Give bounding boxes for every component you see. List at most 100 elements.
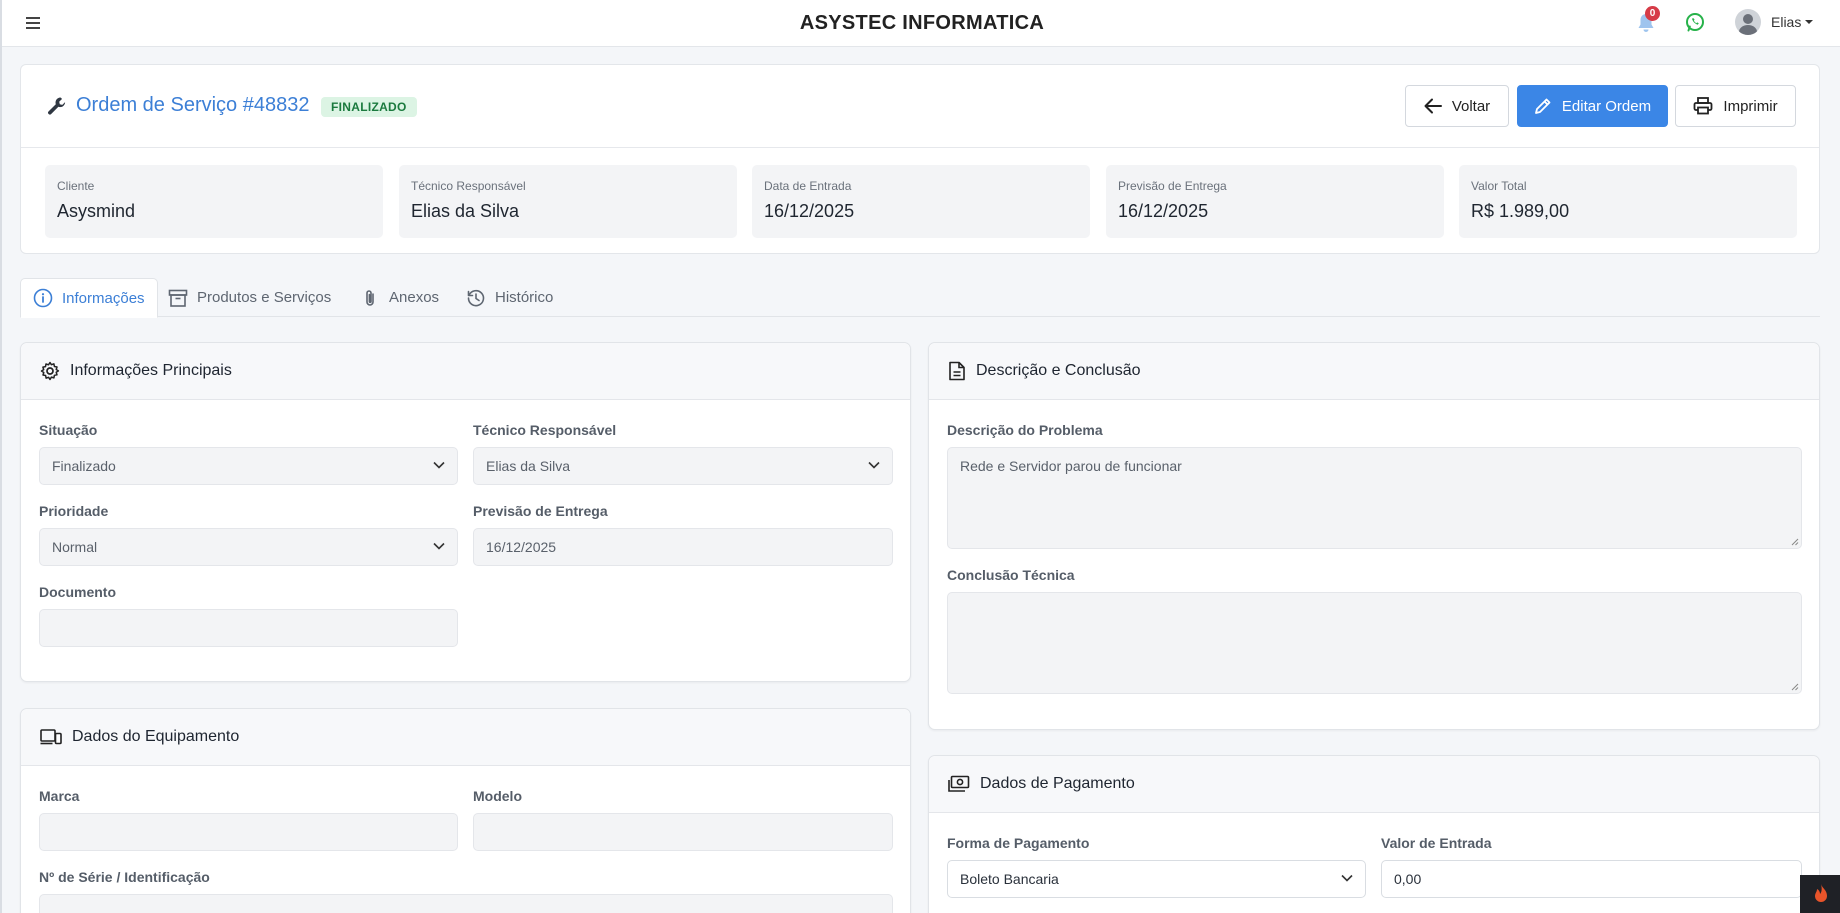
- resize-handle-icon[interactable]: [1791, 683, 1799, 691]
- payment-panel-header: Dados de Pagamento: [929, 756, 1819, 813]
- whatsapp-icon[interactable]: [1684, 11, 1706, 33]
- field-label: Documento: [39, 584, 116, 600]
- panel-title: Dados do Equipamento: [72, 728, 240, 745]
- printer-icon: [1694, 97, 1713, 115]
- field-label: Marca: [39, 788, 80, 804]
- valor-entrada-input[interactable]: 0,00: [1381, 860, 1802, 898]
- paperclip-icon: [366, 289, 374, 306]
- tab-label: Informações: [62, 289, 145, 307]
- user-menu[interactable]: Elias: [1735, 7, 1814, 37]
- select-value: Boleto Bancaria: [960, 871, 1059, 887]
- forma-pagamento-select[interactable]: Boleto Bancaria: [947, 860, 1366, 898]
- modelo-input[interactable]: [473, 813, 893, 851]
- select-value: Elias da Silva: [486, 458, 571, 474]
- documento-input[interactable]: [39, 609, 458, 647]
- problema-field: Descrição do Problema Rede e Servidor pa…: [947, 422, 1802, 549]
- tab-informacoes[interactable]: Informações: [20, 278, 158, 318]
- history-icon: [467, 289, 485, 306]
- panel-title: Informações Principais: [70, 362, 232, 379]
- info-panel: Informações Principais Situação Finaliza…: [20, 342, 911, 682]
- field-label: Valor de Entrada: [1381, 835, 1492, 851]
- problema-textarea[interactable]: Rede e Servidor parou de funcionar: [947, 447, 1802, 549]
- stat-tecnico: Técnico Responsável Elias da Silva: [399, 165, 737, 238]
- order-header-card: Ordem de Serviço #48832 FINALIZADO Volta…: [20, 64, 1820, 254]
- stat-valor-total: Valor Total R$ 1.989,00: [1459, 165, 1797, 238]
- stat-data-entrada: Data de Entrada 16/12/2025: [752, 165, 1090, 238]
- tab-label: Produtos e Serviços: [197, 289, 332, 306]
- pencil-icon: [1534, 98, 1551, 114]
- field-label: Técnico Responsável: [473, 422, 617, 438]
- stat-value: R$ 1.989,00: [1471, 201, 1570, 221]
- description-panel-header: Descrição e Conclusão: [929, 343, 1819, 400]
- user-name: Elias: [1771, 14, 1802, 30]
- tab-produtos-servicos[interactable]: Produtos e Serviços: [156, 278, 343, 317]
- edit-order-button[interactable]: Editar Ordem: [1517, 85, 1668, 127]
- stat-label: Técnico Responsável: [411, 179, 526, 193]
- order-summary: Cliente Asysmind Técnico Responsável Eli…: [45, 165, 1797, 238]
- select-value: Finalizado: [52, 458, 116, 474]
- chevron-down-icon: [1341, 874, 1353, 882]
- floating-action-button[interactable]: [1800, 875, 1840, 913]
- document-icon: [949, 361, 965, 381]
- order-header-top: Ordem de Serviço #48832 FINALIZADO Volta…: [21, 65, 1819, 148]
- panel-title: Dados de Pagamento: [980, 775, 1135, 792]
- tecnico-select[interactable]: Elias da Silva: [473, 447, 893, 485]
- field-label: Descrição do Problema: [947, 422, 1103, 438]
- stat-value: 16/12/2025: [1118, 201, 1209, 221]
- conclusao-field: Conclusão Técnica: [947, 567, 1802, 694]
- app-root: ASYSTEC INFORMATICA 0 Elias Ordem de Ser…: [0, 0, 1840, 913]
- flame-icon: [1815, 884, 1827, 902]
- situacao-select[interactable]: Finalizado: [39, 447, 458, 485]
- chevron-down-icon: [433, 542, 445, 550]
- description-panel: Descrição e Conclusão Descrição do Probl…: [928, 342, 1820, 730]
- back-button[interactable]: Voltar: [1405, 85, 1509, 127]
- tab-label: Anexos: [389, 289, 440, 306]
- stat-value: 16/12/2025: [764, 201, 855, 221]
- devices-icon: [40, 729, 62, 745]
- back-button-label: Voltar: [1451, 97, 1491, 115]
- modelo-field: Modelo: [473, 788, 893, 851]
- stat-value: Asysmind: [57, 201, 136, 221]
- tab-historico[interactable]: Histórico: [454, 278, 565, 317]
- textarea-value: Rede e Servidor parou de funcionar: [960, 458, 1182, 474]
- stat-label: Previsão de Entrega: [1118, 179, 1227, 193]
- print-button-label: Imprimir: [1723, 97, 1778, 115]
- conclusao-textarea[interactable]: [947, 592, 1802, 694]
- archive-icon: [168, 289, 188, 307]
- tab-anexos[interactable]: Anexos: [350, 278, 451, 317]
- previsao-input[interactable]: 16/12/2025: [473, 528, 893, 566]
- tab-bar: Informações Produtos e Serviços Anexos H…: [20, 278, 1820, 318]
- field-label: Prioridade: [39, 503, 109, 519]
- situacao-field: Situação Finalizado: [39, 422, 458, 485]
- avatar: [1735, 9, 1761, 35]
- chevron-down-icon: [1805, 20, 1814, 24]
- forma-pagamento-field: Forma de Pagamento Boleto Bancaria: [947, 835, 1366, 898]
- previsao-field: Previsão de Entrega 16/12/2025: [473, 503, 893, 566]
- field-label: Situação: [39, 422, 98, 438]
- info-panel-header: Informações Principais: [21, 343, 910, 400]
- serie-field: Nº de Série / Identificação: [39, 869, 893, 913]
- panel-title: Descrição e Conclusão: [976, 362, 1141, 379]
- chevron-down-icon: [868, 461, 880, 469]
- field-label: Previsão de Entrega: [473, 503, 608, 519]
- tecnico-field: Técnico Responsável Elias da Silva: [473, 422, 893, 485]
- status-badge: FINALIZADO: [321, 97, 417, 117]
- prioridade-select[interactable]: Normal: [39, 528, 458, 566]
- payment-panel: Dados de Pagamento Forma de Pagamento Bo…: [928, 755, 1820, 913]
- info-icon: [33, 288, 53, 308]
- valor-entrada-field: Valor de Entrada 0,00: [1381, 835, 1802, 898]
- field-label: Modelo: [473, 788, 522, 804]
- marca-input[interactable]: [39, 813, 458, 851]
- prioridade-field: Prioridade Normal: [39, 503, 458, 566]
- equipment-panel-header: Dados do Equipamento: [21, 709, 910, 766]
- money-icon: [948, 775, 970, 792]
- top-bar: ASYSTEC INFORMATICA 0 Elias: [2, 0, 1840, 47]
- wrench-icon: [48, 97, 66, 115]
- stat-value: Elias da Silva: [411, 201, 520, 221]
- field-label: Nº de Série / Identificação: [39, 869, 210, 885]
- edit-order-button-label: Editar Ordem: [1561, 97, 1652, 115]
- serie-input[interactable]: [39, 894, 893, 913]
- select-value: Normal: [52, 539, 98, 555]
- print-button[interactable]: Imprimir: [1675, 85, 1796, 127]
- resize-handle-icon[interactable]: [1791, 538, 1799, 546]
